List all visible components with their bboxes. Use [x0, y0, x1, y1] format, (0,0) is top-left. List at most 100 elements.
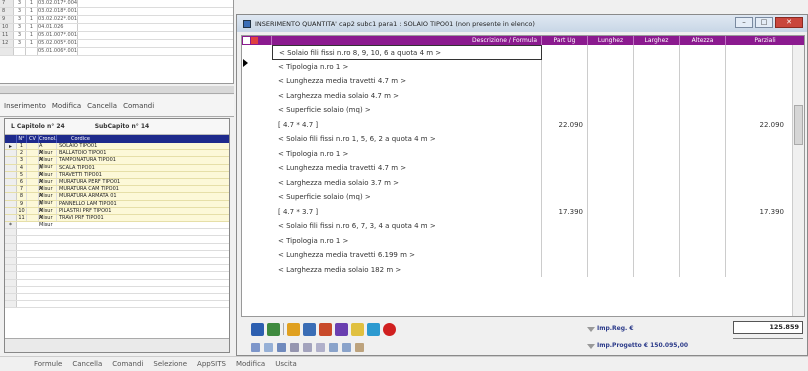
grid-row[interactable]: < Larghezza media solaio 4.7 m >: [242, 88, 804, 103]
edit-icon[interactable]: [335, 322, 348, 336]
left-list-item[interactable]: 2 A Misur BALLATOIO TIPO01: [5, 150, 229, 163]
row-part-ug[interactable]: [542, 74, 588, 89]
row-cell[interactable]: [588, 262, 634, 277]
row-part-ug[interactable]: [542, 248, 588, 263]
left-empty-row[interactable]: [5, 258, 229, 266]
grid-row[interactable]: < Larghezza media solaio 182 m >: [242, 262, 804, 277]
indent-icon[interactable]: [316, 342, 325, 352]
align-icon[interactable]: [277, 342, 286, 352]
background-table-row[interactable]: 10 3 1 04.01.026: [0, 24, 233, 32]
delete-icon[interactable]: [251, 37, 258, 44]
row-cell[interactable]: [680, 45, 726, 60]
grid-row[interactable]: < Solaio fili fissi n.ro 6, 7, 3, 4 a qu…: [242, 219, 804, 234]
row-part-ug[interactable]: [542, 146, 588, 161]
col-cv[interactable]: CV: [27, 135, 39, 143]
row-description[interactable]: < Lunghezza media travetti 4.7 m >: [272, 74, 542, 89]
left-empty-row[interactable]: [5, 293, 229, 302]
col-larghezza[interactable]: Larghez: [634, 36, 680, 45]
table-icon[interactable]: [290, 342, 299, 352]
row-cell[interactable]: [680, 103, 726, 118]
paste-icon[interactable]: [319, 322, 332, 336]
row-description[interactable]: < Lunghezza media travetti 6.199 m >: [272, 248, 542, 263]
left-list-item[interactable]: 5 A Misur TRAVETTI TIPO01: [5, 171, 229, 185]
grid-row[interactable]: < Superficie solaio (mq) >: [242, 190, 804, 205]
grid-vertical-scrollbar[interactable]: [792, 45, 804, 316]
print-icon[interactable]: [367, 322, 380, 336]
left-empty-row[interactable]: [5, 229, 229, 237]
background-table-row[interactable]: 11 3 1 05.01.007*.001: [0, 32, 233, 40]
row-cell[interactable]: [588, 103, 634, 118]
row-cell[interactable]: [680, 117, 726, 132]
row-cell[interactable]: [634, 103, 680, 118]
tab-cancella[interactable]: Cancella: [87, 102, 117, 110]
row-part-ug[interactable]: [542, 262, 588, 277]
left-list-item[interactable]: 6 A Misur MURATURA PERF TIPO01: [5, 178, 229, 192]
grid-row[interactable]: < Solaio fili fissi n.ro 1, 5, 6, 2 a qu…: [242, 132, 804, 147]
menu-formule[interactable]: Formule: [34, 360, 62, 368]
col-descrizione[interactable]: Descrizione / Formula: [272, 36, 542, 45]
col-cronol[interactable]: Cronol.: [39, 135, 57, 143]
row-description[interactable]: < Larghezza media solaio 3.7 m >: [272, 175, 542, 190]
left-empty-row[interactable]: [5, 243, 229, 251]
dropdown-arrow-icon[interactable]: [587, 327, 595, 332]
row-description[interactable]: < Solaio fili fissi n.ro 6, 7, 3, 4 a qu…: [272, 219, 542, 234]
background-table-row[interactable]: 05.01.006*.001: [0, 48, 233, 56]
tab-modifica[interactable]: Modifica: [52, 102, 81, 110]
col-parziali[interactable]: Parziali: [726, 36, 804, 45]
col-altezza[interactable]: Altezza: [680, 36, 726, 45]
row-part-ug[interactable]: [542, 175, 588, 190]
row-cell[interactable]: [588, 88, 634, 103]
row-cell[interactable]: [634, 233, 680, 248]
menu-appsits[interactable]: AppSITS: [197, 360, 226, 368]
background-scrollbar[interactable]: [0, 86, 234, 94]
cut-icon[interactable]: [251, 342, 260, 352]
row-description[interactable]: [ 4.7 * 4.7 ]: [272, 117, 542, 132]
grid-row[interactable]: < Solaio fili fissi n.ro 8, 9, 10, 6 a q…: [242, 45, 804, 60]
left-list-item[interactable]: 7 A Misur MURATURA CAM TIPO01: [5, 186, 229, 199]
row-cell[interactable]: [634, 248, 680, 263]
row-description[interactable]: < Tipologia n.ro 1 >: [272, 59, 542, 74]
list-icon[interactable]: [303, 342, 312, 352]
row-part-ug[interactable]: [542, 190, 588, 205]
background-table-row[interactable]: 7 3 1 03.02.017*.004: [0, 0, 233, 8]
row-cell[interactable]: [680, 190, 726, 205]
row-cell[interactable]: [680, 248, 726, 263]
menu-cancella[interactable]: Cancella: [72, 360, 102, 368]
folder-icon[interactable]: [287, 322, 300, 336]
row-cell[interactable]: [680, 59, 726, 74]
row-description[interactable]: < Tipologia n.ro 1 >: [272, 146, 542, 161]
row-part-ug[interactable]: [542, 219, 588, 234]
row-cell[interactable]: [680, 74, 726, 89]
row-cell[interactable]: [634, 74, 680, 89]
row-description[interactable]: < Tipologia n.ro 1 >: [272, 233, 542, 248]
row-description[interactable]: [ 4.7 * 3.7 ]: [272, 204, 542, 219]
row-cell[interactable]: [588, 204, 634, 219]
col-n[interactable]: N°: [17, 135, 27, 143]
row-cell[interactable]: [634, 132, 680, 147]
row-part-ug[interactable]: [542, 103, 588, 118]
row-cell[interactable]: [588, 190, 634, 205]
copy-icon[interactable]: [303, 322, 316, 336]
stop-icon[interactable]: [383, 322, 396, 336]
left-list-item[interactable]: 10 A Misur PILASTRI PRF TIPO01: [5, 207, 229, 221]
row-part-ug[interactable]: 17.390: [542, 204, 588, 219]
left-list-item[interactable]: 8 A Misur MURATURA ARMATA 01: [5, 193, 229, 206]
left-empty-row[interactable]: [5, 250, 229, 258]
menu-comandi[interactable]: Comandi: [112, 360, 143, 368]
row-cell[interactable]: [634, 219, 680, 234]
calculator-icon[interactable]: [351, 322, 364, 336]
col-codice[interactable]: Cordice: [57, 135, 229, 143]
undo-icon[interactable]: [329, 342, 338, 352]
close-button[interactable]: ✕: [775, 17, 803, 28]
scrollbar-thumb[interactable]: [794, 105, 803, 145]
save-icon[interactable]: [251, 322, 264, 336]
menu-selezione[interactable]: Selezione: [153, 360, 187, 368]
tab-inserimento[interactable]: Inserimento: [4, 102, 46, 110]
grid-row[interactable]: < Larghezza media solaio 3.7 m >: [242, 175, 804, 190]
row-cell[interactable]: [634, 190, 680, 205]
row-cell[interactable]: [634, 161, 680, 176]
row-part-ug[interactable]: [542, 88, 588, 103]
row-description[interactable]: < Superficie solaio (mq) >: [272, 103, 542, 118]
row-cell[interactable]: [680, 146, 726, 161]
grid-row[interactable]: [ 4.7 * 4.7 ] 22.090 22.090: [242, 117, 804, 132]
